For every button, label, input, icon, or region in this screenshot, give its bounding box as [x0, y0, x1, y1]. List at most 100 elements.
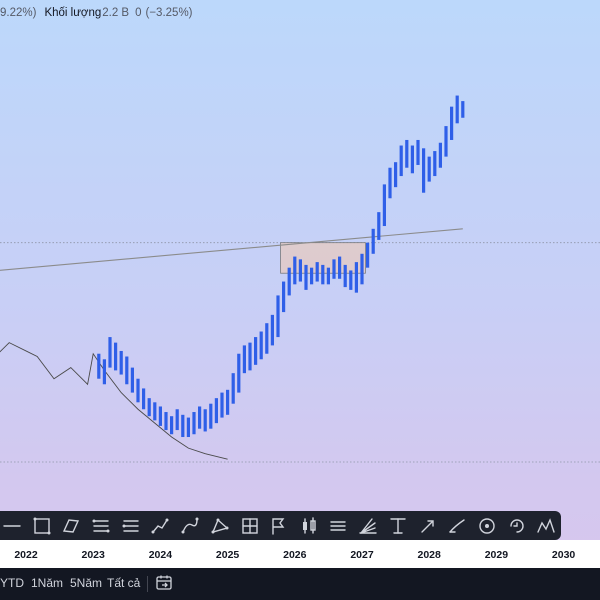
arrow-marker-icon[interactable]	[446, 515, 468, 537]
fib-time-zone-icon[interactable]	[327, 515, 349, 537]
gann-fan-icon[interactable]	[387, 515, 409, 537]
brush-icon[interactable]	[476, 515, 498, 537]
x-axis-tick-label: 2028	[417, 549, 441, 561]
parallel-lines-icon[interactable]	[357, 515, 379, 537]
price-bar	[226, 389, 230, 415]
drawing-toolbar	[0, 511, 561, 540]
price-bar	[153, 402, 157, 421]
history-price-line	[0, 342, 228, 460]
price-bar	[298, 259, 302, 282]
path-icon[interactable]	[149, 515, 171, 537]
price-bar	[265, 323, 269, 354]
price-bar	[399, 145, 403, 177]
rectangle-icon[interactable]	[31, 515, 53, 537]
price-bar	[455, 95, 459, 124]
price-bar	[293, 256, 297, 285]
price-bar	[360, 253, 364, 285]
price-bar	[170, 416, 174, 435]
cycle-icon[interactable]	[535, 515, 557, 537]
range-1-year-button[interactable]: 1Năm	[31, 576, 63, 590]
x-axis-tick-label: 2025	[215, 549, 240, 561]
trend-line	[0, 228, 463, 271]
flag-icon[interactable]	[268, 515, 290, 537]
price-bar	[388, 167, 392, 199]
price-bar	[433, 151, 437, 177]
price-bar	[254, 337, 258, 365]
time-axis[interactable]: 2022 2023 2024 2025 2026 2027 2028 2029 2030	[0, 540, 600, 568]
price-bar	[416, 139, 420, 165]
chart-legend: 9.22%) Khối lượng 2.2 B 0 (−3.25%)	[0, 0, 193, 26]
price-bar	[214, 398, 218, 424]
price-bar	[354, 262, 358, 293]
price-bar	[242, 345, 246, 374]
price-bar	[410, 145, 414, 174]
bars-pattern-icon[interactable]	[298, 515, 320, 537]
go-to-date-icon[interactable]	[155, 574, 173, 592]
price-bar	[366, 242, 370, 268]
price-bar	[125, 356, 129, 385]
price-bar	[332, 259, 336, 279]
price-bar	[461, 101, 465, 118]
x-axis-tick-label: 2029	[484, 549, 509, 561]
range-all-button[interactable]: Tất cả	[107, 576, 140, 590]
price-bar	[444, 126, 448, 157]
price-bar	[259, 331, 263, 360]
range-ytd-button[interactable]: YTD	[0, 576, 24, 590]
triangle-pattern-icon[interactable]	[209, 515, 231, 537]
horizontal-ray-icon[interactable]	[1, 515, 23, 537]
volume-label: Khối lượng	[44, 7, 102, 19]
range-5-year-button[interactable]: 5Năm	[70, 576, 102, 590]
price-bar	[164, 412, 168, 431]
price-bar	[276, 295, 280, 338]
x-axis-tick-label: 2027	[350, 549, 374, 561]
price-bar	[438, 142, 442, 168]
price-bar	[97, 353, 101, 379]
price-bar	[198, 406, 202, 429]
price-bar	[130, 367, 134, 393]
x-axis-tick-label: 2026	[283, 549, 307, 561]
x-axis-tick-label: 2023	[81, 549, 105, 561]
price-bar	[209, 403, 213, 429]
price-bar	[310, 267, 314, 285]
price-bar	[231, 373, 235, 404]
price-bar	[114, 342, 118, 371]
price-bar	[282, 281, 286, 313]
polyline-icon[interactable]	[179, 515, 201, 537]
target-icon[interactable]	[506, 515, 528, 537]
price-bar	[192, 412, 196, 435]
price-chart[interactable]	[0, 0, 600, 511]
price-bar	[181, 414, 185, 438]
volume-change: (−3.25%)	[145, 7, 193, 19]
price-bar	[349, 270, 353, 290]
xabcd-pattern-icon[interactable]	[239, 515, 261, 537]
price-bar	[371, 228, 375, 254]
price-bar	[203, 409, 207, 432]
price-bar	[315, 262, 319, 282]
price-bar	[220, 392, 224, 418]
price-bar	[377, 212, 381, 240]
price-bar	[136, 378, 140, 403]
price-bar	[326, 267, 330, 285]
price-bar	[102, 359, 106, 385]
pitchfork-icon[interactable]	[120, 515, 142, 537]
x-axis-tick-label: 2024	[148, 549, 173, 561]
price-bar	[405, 139, 409, 168]
volume-value: 2.2 B	[102, 7, 130, 19]
x-axis-tick-label: 2022	[14, 549, 38, 561]
fib-retracement-icon[interactable]	[90, 515, 112, 537]
price-bar	[186, 417, 190, 438]
price-bar	[248, 342, 252, 371]
anchored-text-icon[interactable]	[417, 515, 439, 537]
price-bar	[427, 156, 431, 182]
x-axis-tick-label: 2030	[551, 549, 576, 561]
price-bar	[343, 264, 347, 288]
price-bar	[175, 409, 179, 431]
date-range-bar: YTD 1Năm 5Năm Tất cả	[0, 568, 600, 600]
volume-secondary-value: 0	[135, 7, 142, 19]
parallel-channel-icon[interactable]	[60, 515, 82, 537]
price-bar	[237, 353, 241, 393]
price-bar	[142, 388, 146, 410]
range-separator	[147, 576, 148, 592]
price-bar	[338, 256, 342, 279]
price-bar	[450, 106, 454, 140]
